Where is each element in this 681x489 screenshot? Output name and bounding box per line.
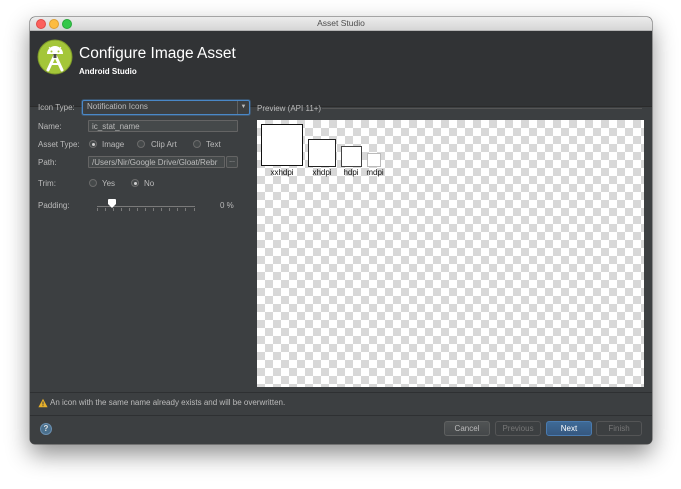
help-button[interactable]: ? [40,423,52,435]
browse-button[interactable]: ... [226,156,238,168]
name-field[interactable]: ic_stat_name [88,120,238,132]
trim-no-radio[interactable] [131,179,139,187]
finish-button[interactable]: Finish [596,421,642,436]
slider-tick [113,208,114,211]
slider-tick [185,208,186,211]
preview-divider [322,108,642,109]
slider-tick [121,208,122,211]
xhdpi-label: xhdpi [312,168,332,177]
asset-type-clipart-radio[interactable] [137,140,145,148]
slider-tick [105,208,106,211]
padding-value: 0 % [220,201,234,210]
next-button[interactable]: Next [546,421,592,436]
hdpi-icon-preview [341,146,362,167]
asset-type-clipart-label[interactable]: Clip Art [151,140,177,149]
path-label: Path: [38,158,57,167]
xxhdpi-icon-preview [261,124,303,166]
trim-no-label[interactable]: No [144,179,154,188]
path-field[interactable]: /Users/Nir/Google Drive/Gloat/Rebr [88,156,225,168]
icon-type-label: Icon Type: [38,103,75,112]
divider [30,415,652,416]
trim-label: Trim: [38,179,56,188]
mdpi-label: mdpi [366,168,384,177]
preview-canvas: xxhdpi xhdpi hdpi mdpi [257,120,644,387]
title-bar[interactable]: Asset Studio [30,17,652,31]
xhdpi-icon-preview [308,139,336,167]
divider [30,392,652,393]
warning-message: An icon with the same name already exist… [50,398,286,407]
mdpi-icon-preview [367,153,381,167]
asset-type-image-label[interactable]: Image [102,140,124,149]
asset-type-text-label[interactable]: Text [206,140,221,149]
asset-type-image-radio[interactable] [89,140,97,148]
page-title: Configure Image Asset [79,45,236,62]
padding-label: Padding: [38,201,70,210]
window-title: Asset Studio [317,18,365,28]
page-subtitle: Android Studio [79,67,137,76]
asset-type-text-radio[interactable] [193,140,201,148]
slider-tick [177,208,178,211]
icon-type-value: Notification Icons [87,102,148,111]
trim-yes-label[interactable]: Yes [102,179,115,188]
slider-tick [169,208,170,211]
asset-studio-window: Asset Studio Configure Image Asset Andro… [30,17,652,444]
slider-tick [137,208,138,211]
previous-button[interactable]: Previous [495,421,541,436]
icon-type-dropdown[interactable]: Notification Icons ▼ [82,100,250,115]
wizard-header: Configure Image Asset Android Studio [30,31,652,107]
preview-title: Preview (API 11+) [257,104,322,113]
xxhdpi-label: xxhdpi [270,168,294,177]
hdpi-label: hdpi [343,168,359,177]
slider-tick [161,208,162,211]
slider-tick [129,208,130,211]
name-label: Name: [38,122,62,131]
slider-tick [145,208,146,211]
trim-yes-radio[interactable] [89,179,97,187]
chevron-down-icon[interactable]: ▼ [237,101,249,114]
cancel-button[interactable]: Cancel [444,421,490,436]
warning-icon [38,398,48,408]
slider-tick [97,208,98,211]
slider-tick [194,208,195,211]
asset-type-label: Asset Type: [38,140,80,149]
slider-tick [153,208,154,211]
android-studio-logo [37,39,73,75]
